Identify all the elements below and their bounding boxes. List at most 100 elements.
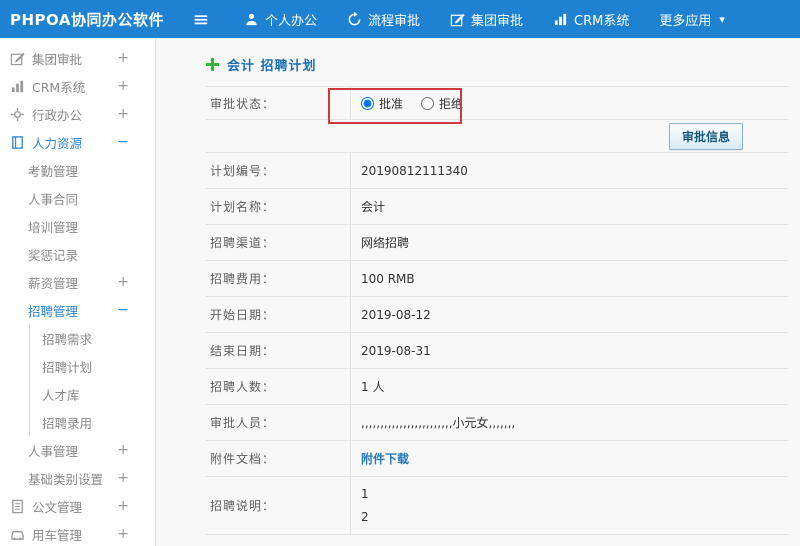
sidebar-item-label: 培训管理 [28, 219, 79, 235]
field-label: 开始日期： [206, 297, 351, 332]
row-description: 招聘说明： 1 2 [206, 477, 788, 535]
sidebar-item-label: 公文管理 [32, 499, 83, 515]
document-icon [10, 499, 25, 514]
nav-label: 集团审批 [471, 13, 524, 29]
row-recruit-channel: 招聘渠道： 网络招聘 [206, 225, 788, 261]
field-value: 100 RMB [361, 271, 415, 286]
sidebar-item-label: 奖惩记录 [28, 247, 79, 263]
sidebar-item-rewards[interactable]: 奖惩记录 [0, 240, 155, 268]
field-label: 计划名称： [206, 189, 351, 224]
top-navigation: 个人办公 流程审批 集团审批 CRM系统 更多应用 ▾ [244, 10, 725, 29]
person-icon [244, 12, 259, 27]
sidebar-item-recruit-demand[interactable]: 招聘需求 [29, 324, 155, 352]
sidebar-item-label: 基础类别设置 [28, 471, 104, 487]
expand-toggle[interactable]: + [117, 470, 129, 486]
hamburger-icon[interactable]: ≡ [186, 9, 216, 29]
field-label: 招聘人数： [206, 369, 351, 404]
sidebar-item-label: 招聘管理 [28, 303, 79, 319]
attachment-download-link[interactable]: 附件下载 [361, 450, 409, 467]
sidebar-item-admin-office[interactable]: 行政办公 + [0, 100, 155, 128]
row-plan-number: 计划编号： 20190812111340 [206, 153, 788, 189]
expand-toggle[interactable]: + [117, 442, 129, 458]
approve-radio-option[interactable]: 批准 [361, 95, 403, 112]
field-value: 1 人 [361, 380, 385, 394]
nav-more-apps[interactable]: 更多应用 ▾ [659, 10, 725, 29]
cycle-icon [347, 11, 362, 27]
nav-crm-system[interactable]: CRM系统 [553, 10, 629, 29]
field-value: 网络招聘 [361, 236, 410, 250]
nav-label: CRM系统 [574, 13, 630, 29]
sidebar-item-recruit-mgmt[interactable]: 招聘管理 − [0, 296, 155, 324]
row-approval-button: 审批信息 [206, 120, 788, 153]
sidebar-item-training[interactable]: 培训管理 [0, 212, 155, 240]
sidebar-item-personnel-mgmt[interactable]: 人事管理 + [0, 436, 155, 464]
collapse-toggle[interactable]: − [117, 302, 129, 318]
gear-icon [10, 107, 25, 122]
sidebar-item-recruit-plan[interactable]: 招聘计划 [29, 352, 155, 380]
nav-process-approval[interactable]: 流程审批 [347, 10, 420, 29]
expand-toggle[interactable]: + [117, 50, 129, 66]
field-label: 审批状态： [206, 87, 351, 119]
sidebar-item-label: 集团审批 [32, 51, 83, 67]
sidebar-item-document-mgmt[interactable]: 公文管理 + [0, 492, 155, 520]
row-attachment: 附件文档： 附件下载 [206, 441, 788, 477]
sidebar-item-label: 考勤管理 [28, 163, 79, 179]
sidebar: 集团审批 + CRM系统 + 行政办公 + 人力资源 − 考勤管理 人事合同 培… [0, 38, 156, 546]
top-header: PHPOA协同办公软件 ≡ 个人办公 流程审批 集团审批 CRM系统 更多应用 … [0, 0, 800, 38]
expand-toggle[interactable]: + [117, 274, 129, 290]
expand-toggle[interactable]: + [117, 106, 129, 122]
app-logo: PHPOA协同办公软件 [10, 10, 164, 29]
plus-icon [206, 58, 219, 71]
expand-toggle[interactable]: + [117, 526, 129, 542]
sidebar-item-label: CRM系统 [32, 79, 86, 95]
nav-label: 更多应用 [659, 13, 712, 29]
field-value: 20190812111340 [361, 163, 468, 178]
field-label: 附件文档： [206, 441, 351, 476]
sidebar-item-talent-pool[interactable]: 人才库 [29, 380, 155, 408]
bar-chart-icon [10, 79, 25, 94]
sidebar-item-hr[interactable]: 人力资源 − [0, 128, 155, 156]
sidebar-item-hr-contract[interactable]: 人事合同 [0, 184, 155, 212]
nav-group-approval[interactable]: 集团审批 [450, 10, 523, 29]
nav-label: 流程审批 [368, 13, 421, 29]
row-recruit-cost: 招聘费用： 100 RMB [206, 261, 788, 297]
field-label: 计划编号： [206, 153, 351, 188]
field-value: 2019-08-12 [361, 307, 431, 322]
sidebar-item-vehicle-mgmt[interactable]: 用车管理 + [0, 520, 155, 546]
sidebar-item-recruit-hire[interactable]: 招聘录用 [29, 408, 155, 436]
chevron-down-icon: ▾ [719, 12, 725, 26]
sidebar-item-label: 行政办公 [32, 107, 83, 123]
page-title-row: 会计 招聘计划 [206, 38, 788, 86]
sidebar-item-base-category[interactable]: 基础类别设置 + [0, 464, 155, 492]
field-label: 结束日期： [206, 333, 351, 368]
approve-radio[interactable] [361, 96, 374, 110]
main-content: 会计 招聘计划 审批状态： 批准 拒绝 审批信息 计划编号： 201908121… [156, 38, 800, 546]
approval-info-button[interactable]: 审批信息 [668, 122, 743, 150]
field-label: 审批人员： [206, 405, 351, 440]
sidebar-item-group-approval[interactable]: 集团审批 + [0, 44, 155, 72]
row-start-date: 开始日期： 2019-08-12 [206, 297, 788, 333]
sidebar-item-label: 人事合同 [28, 191, 79, 207]
sidebar-item-salary[interactable]: 薪资管理 + [0, 268, 155, 296]
sidebar-item-label: 人力资源 [32, 135, 83, 151]
sidebar-item-crm[interactable]: CRM系统 + [0, 72, 155, 100]
nav-label: 个人办公 [265, 13, 318, 29]
sidebar-item-label: 人才库 [42, 387, 80, 403]
sidebar-item-label: 薪资管理 [28, 275, 79, 291]
row-plan-name: 计划名称： 会计 [206, 189, 788, 225]
field-value: ,,,,,,,,,,,,,,,,,,,,,,,,小元女,,,,,,, [361, 416, 516, 430]
nav-personal-office[interactable]: 个人办公 [244, 10, 317, 29]
collapse-toggle[interactable]: − [117, 134, 129, 150]
reject-radio-label: 拒绝 [439, 96, 464, 111]
expand-toggle[interactable]: + [117, 78, 129, 94]
reject-radio[interactable] [421, 96, 435, 110]
sidebar-item-attendance[interactable]: 考勤管理 [0, 156, 155, 184]
sidebar-item-label: 用车管理 [32, 527, 83, 543]
approve-radio-label: 批准 [379, 96, 404, 111]
row-headcount: 招聘人数： 1 人 [206, 369, 788, 405]
expand-toggle[interactable]: + [117, 498, 129, 514]
sidebar-item-label: 招聘需求 [42, 331, 93, 347]
book-icon [10, 135, 25, 150]
row-end-date: 结束日期： 2019-08-31 [206, 333, 788, 369]
reject-radio-option[interactable]: 拒绝 [421, 95, 463, 112]
